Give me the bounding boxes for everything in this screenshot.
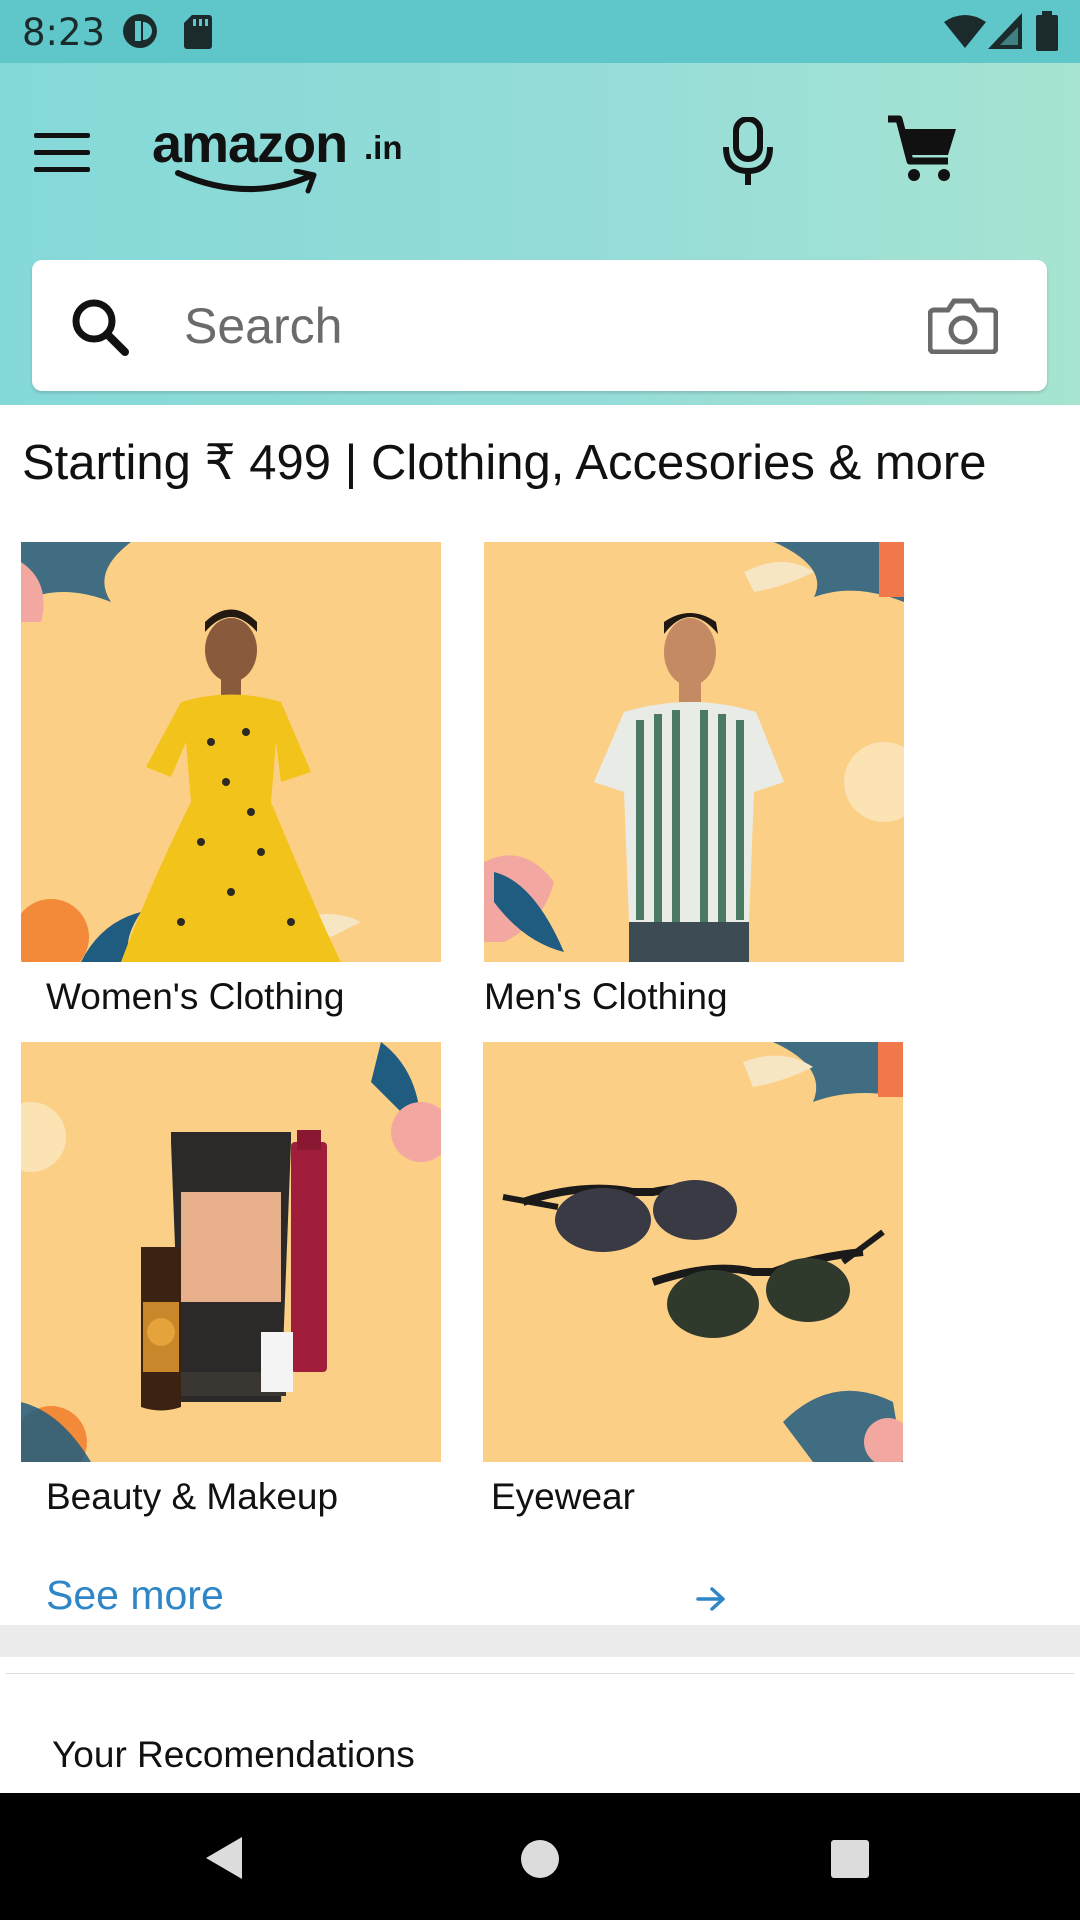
section-divider (0, 1625, 1080, 1657)
search-bar[interactable] (32, 260, 1047, 391)
womens-clothing-image (21, 542, 361, 962)
status-time: 8:23 (22, 11, 106, 54)
cart-icon[interactable] (886, 115, 958, 183)
logo-suffix: .in (364, 129, 403, 166)
tile-womens-clothing[interactable] (21, 542, 441, 962)
logo-smile-icon (175, 169, 317, 194)
recents-icon[interactable] (830, 1839, 870, 1879)
tile-label-beauty-makeup[interactable]: Beauty & Makeup (46, 1476, 338, 1518)
search-icon[interactable] (70, 297, 130, 357)
mens-clothing-image (484, 542, 904, 962)
wifi-icon (944, 15, 986, 48)
microphone-icon[interactable] (722, 117, 774, 187)
home-icon[interactable] (520, 1839, 560, 1879)
sd-card-icon (184, 15, 212, 49)
signal-icon (988, 13, 1022, 49)
tile-label-eyewear[interactable]: Eyewear (491, 1476, 635, 1518)
app-header: amazon .in (0, 63, 1080, 405)
recommendations-card[interactable]: Your Recomendations (6, 1673, 1074, 1794)
data-saver-icon (123, 14, 157, 48)
camera-icon[interactable] (928, 298, 998, 354)
tile-beauty-makeup[interactable] (21, 1042, 441, 1462)
back-icon[interactable] (204, 1835, 244, 1881)
search-input[interactable] (182, 282, 926, 370)
amazon-logo[interactable]: amazon .in (152, 113, 412, 194)
beauty-makeup-image (21, 1042, 441, 1462)
tile-label-mens-clothing[interactable]: Men's Clothing (484, 976, 728, 1018)
status-bar: 8:23 (0, 0, 1080, 63)
recommendations-title: Your Recomendations (52, 1734, 415, 1775)
menu-icon[interactable] (34, 133, 90, 173)
see-more-label[interactable]: See more (46, 1572, 224, 1619)
system-nav-bar (0, 1793, 1080, 1920)
arrow-right-icon[interactable] (696, 1586, 726, 1612)
eyewear-image (502, 1042, 903, 1462)
battery-icon (1036, 11, 1058, 51)
tile-mens-clothing[interactable] (484, 542, 904, 962)
tile-eyewear[interactable] (483, 1042, 903, 1462)
logo-text: amazon (152, 114, 348, 174)
tile-label-womens-clothing[interactable]: Women's Clothing (46, 976, 344, 1018)
section-title: Starting ₹ 499 | Clothing, Accesories & … (22, 436, 987, 490)
